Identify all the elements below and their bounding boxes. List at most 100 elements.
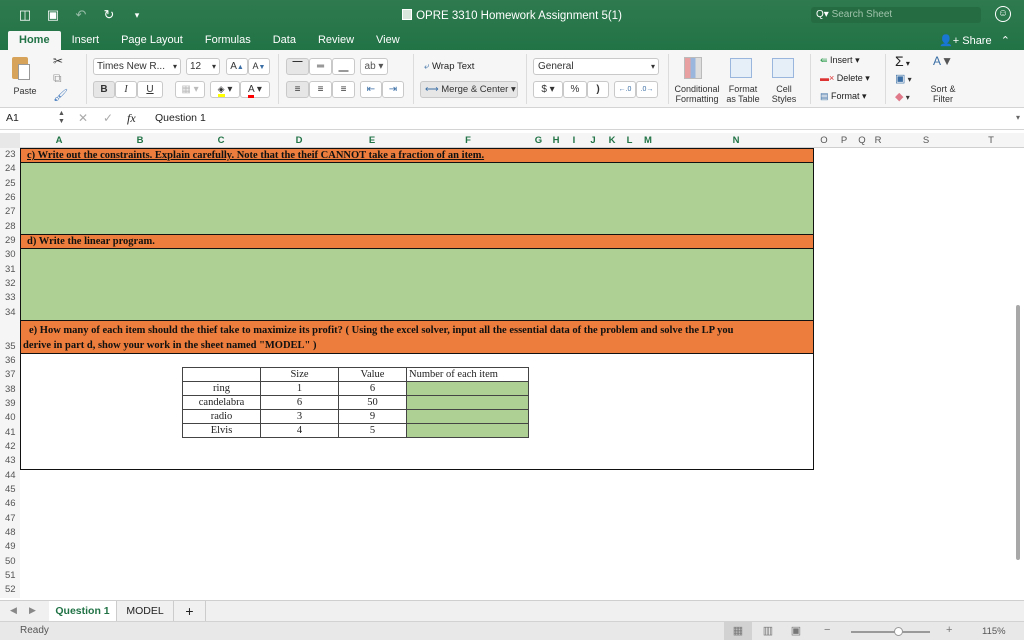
item-number-input[interactable] [406,381,529,396]
item-name[interactable]: radio [182,409,261,424]
column-header-i[interactable]: I [565,133,583,148]
clear-eraser-icon[interactable]: ◆ ▾ [895,90,910,103]
question-d-answer-area[interactable] [20,248,814,321]
tab-formulas[interactable]: Formulas [194,31,262,50]
row-header-32[interactable]: 32 [0,276,20,292]
column-header-n[interactable]: N [658,133,814,148]
fill-icon[interactable]: ▣ ▾ [895,72,912,85]
row-header-41[interactable]: 41 [0,425,20,440]
copy-icon[interactable]: ⧉ [53,71,62,86]
column-header-m[interactable]: M [638,133,658,148]
decrease-font-size-button[interactable]: A▼ [248,58,270,75]
row-header-43[interactable]: 43 [0,454,20,469]
item-value[interactable]: 9 [338,409,407,424]
currency-button[interactable]: $ ▾ [533,81,563,98]
row-header-44[interactable]: 44 [0,468,20,483]
item-name[interactable]: Elvis [182,423,261,438]
autosum-icon[interactable]: Σ ▾ [895,53,910,69]
row-header-29[interactable]: 29 [0,233,20,249]
column-header-p[interactable]: P [834,133,854,148]
tab-insert[interactable]: Insert [61,31,111,50]
item-size[interactable]: 3 [260,409,339,424]
expand-formula-bar-icon[interactable]: ▾ [1016,113,1020,122]
column-header-o[interactable]: O [814,133,834,148]
align-right-button[interactable]: ≡ [332,81,355,98]
column-header-h[interactable]: H [547,133,565,148]
share-button[interactable]: 👤+ Share ⌃ [939,34,1010,47]
enter-icon[interactable]: ✓ [103,111,113,125]
item-number-input[interactable] [406,395,529,410]
question-e-header[interactable]: e) How many of each item should the thie… [20,320,814,354]
item-value[interactable]: 5 [338,423,407,438]
item-name[interactable]: candelabra [182,395,261,410]
column-header-q[interactable]: Q [854,133,870,148]
row-header-46[interactable]: 46 [0,497,20,512]
add-sheet-button[interactable]: + [174,601,206,621]
item-value[interactable]: 6 [338,381,407,396]
align-top-button[interactable]: ⎺ [286,58,309,75]
increase-indent-button[interactable]: ⇥ [382,81,404,98]
font-color-button[interactable]: A ▾ [240,81,270,98]
item-size[interactable]: 1 [260,381,339,396]
row-header-24[interactable]: 24 [0,162,20,177]
row-header-31[interactable]: 31 [0,262,20,277]
column-header-f[interactable]: F [406,133,530,148]
percent-button[interactable]: % [563,81,587,98]
item-name[interactable]: ring [182,381,261,396]
column-header-g[interactable]: G [530,133,547,148]
align-bottom-button[interactable]: ⎽ [332,58,355,75]
column-header-t[interactable]: T [966,133,1016,148]
delete-cells-button[interactable]: ▬× Delete ▾ [820,73,870,84]
zoom-in-button[interactable]: + [946,624,952,636]
tab-data[interactable]: Data [262,31,307,50]
tab-view[interactable]: View [365,31,411,50]
row-header-34[interactable]: 34 [0,305,20,320]
sheet-tab-model[interactable]: MODEL [117,601,174,621]
column-header-l[interactable]: L [621,133,638,148]
column-header-b[interactable]: B [98,133,182,148]
tab-home[interactable]: Home [8,31,61,50]
font-name-select[interactable]: Times New R... ▾ [93,58,181,75]
format-cells-button[interactable]: ▤ Format ▾ [820,91,867,102]
question-c-header[interactable]: c) Write out the constraints. Explain ca… [20,148,814,163]
column-header-j[interactable]: J [583,133,603,148]
page-layout-view-button[interactable]: ▥ [756,622,780,640]
italic-button[interactable]: I [115,81,137,98]
increase-font-size-button[interactable]: A▲ [226,58,248,75]
row-header-37[interactable]: 37 [0,368,20,383]
row-header-25[interactable]: 25 [0,176,20,191]
paste-button[interactable] [8,55,40,85]
zoom-slider-thumb[interactable] [893,627,903,636]
row-header-23[interactable]: 23 [0,148,20,163]
row-header-47[interactable]: 47 [0,511,20,526]
next-sheet-icon[interactable]: ▶ [29,605,36,616]
decrease-decimal-button[interactable]: .0→ [636,81,658,98]
row-header-49[interactable]: 49 [0,540,20,555]
row-header-26[interactable]: 26 [0,190,20,206]
column-header-e[interactable]: E [338,133,406,148]
item-size[interactable]: 4 [260,423,339,438]
select-all-corner[interactable] [0,133,20,148]
formula-input[interactable]: Question 1 [155,112,206,124]
align-middle-button[interactable]: ═ [309,58,332,75]
increase-decimal-button[interactable]: ←.0 [614,81,636,98]
feedback-smiley-icon[interactable]: ☺ [995,6,1011,22]
name-box[interactable]: A1 [6,112,19,124]
collapse-ribbon-icon[interactable]: ⌃ [995,35,1010,47]
row-header-45[interactable]: 45 [0,482,20,498]
row-header-40[interactable]: 40 [0,411,20,426]
row-header-38[interactable]: 38 [0,382,20,397]
row-header-35[interactable]: 35 [0,319,20,354]
number-format-select[interactable]: General ▾ [533,58,659,75]
orientation-button[interactable]: ab ▾ [360,58,388,75]
item-value[interactable]: 50 [338,395,407,410]
row-header-36[interactable]: 36 [0,353,20,369]
sort-filter-button[interactable]: A▼ Sort & Filter [925,54,961,106]
previous-sheet-icon[interactable]: ◀ [10,605,17,616]
row-header-39[interactable]: 39 [0,396,20,412]
column-header-r[interactable]: R [870,133,886,148]
item-number-input[interactable] [406,409,529,424]
insert-function-icon[interactable]: fx [127,111,136,126]
row-header-52[interactable]: 52 [0,583,20,598]
borders-button[interactable]: ▦ ▾ [175,81,205,98]
